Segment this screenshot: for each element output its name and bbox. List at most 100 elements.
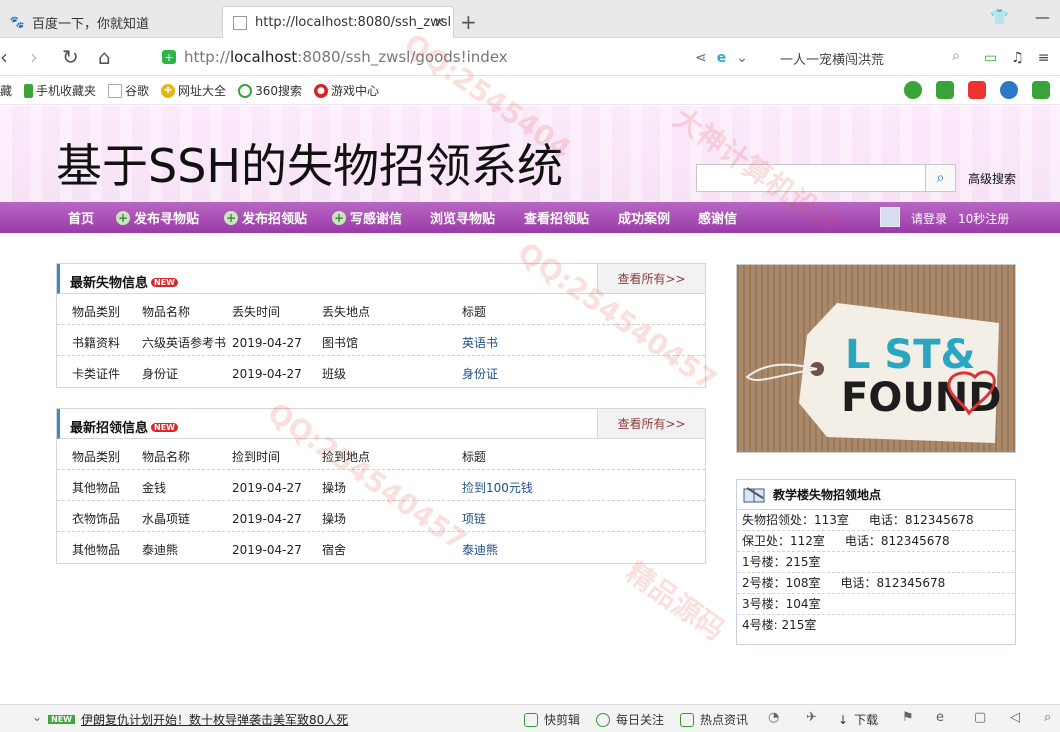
location-line: 失物招领处：113室 电话：812345678 (737, 510, 1015, 531)
zoom-icon[interactable] (1000, 81, 1018, 99)
pin-icon[interactable]: ✈ (806, 710, 817, 725)
nav-browse-lost[interactable]: 浏览寻物贴 (430, 202, 495, 233)
locations-header: 教学楼失物招领地点 (737, 480, 1015, 510)
search-icon[interactable]: ⌕ (1044, 710, 1051, 725)
page-icon (233, 15, 247, 30)
found-items-panel: 最新招领信息 NEW 查看所有>> 物品类别 物品名称 捡到时间 捡到地点 标题 … (56, 408, 706, 564)
download-button[interactable]: ↓ 下载 (838, 711, 878, 728)
search-icon[interactable]: ⌕ (952, 48, 960, 64)
item-title-link[interactable]: 项链 (462, 510, 486, 527)
nav-view-found[interactable]: 查看招领贴 (524, 202, 589, 233)
scissors-icon[interactable] (968, 81, 986, 99)
lost-found-tag-graphic: L ST& FOUND (737, 265, 1015, 452)
hot-news-button[interactable]: 热点资讯 (680, 711, 748, 728)
panel-title: 最新招领信息 NEW (70, 417, 178, 436)
site-title: 基于SSH的失物招领系统 (56, 139, 563, 193)
bookmark-google[interactable]: 谷歌 (108, 82, 149, 99)
site-search-button[interactable]: ⌕ (926, 164, 956, 192)
location-line: 2号楼：108室 电话：812345678 (737, 573, 1015, 594)
new-badge: NEW (151, 278, 178, 287)
table-header: 物品类别 物品名称 捡到时间 捡到地点 标题 (57, 439, 705, 470)
table-row: 书籍资料 六级英语参考书 2019-04-27 图书馆 英语书 (57, 325, 705, 356)
location-line: 3号楼：104室 (737, 594, 1015, 615)
quick-clip-button[interactable]: 快剪辑 (524, 711, 580, 728)
window-icon[interactable]: ▢ (974, 710, 986, 725)
item-title-link[interactable]: 泰迪熊 (462, 541, 498, 558)
nav-thanks[interactable]: 感谢信 (698, 202, 737, 233)
bookmark-games[interactable]: ● 游戏中心 (313, 82, 379, 99)
bookmark-folder[interactable]: 藏 (0, 82, 12, 99)
avatar (880, 207, 900, 227)
volume-icon[interactable]: ◁ (1010, 710, 1020, 725)
bookmark-hao[interactable]: ✚ 网址大全 (161, 82, 226, 99)
news-ticker[interactable]: NEW 伊朗复仇计划开始！数十枚导弹袭击美军致80人死 (48, 711, 348, 728)
menu-icon[interactable]: ≡ (1038, 50, 1050, 66)
nav-thank-letter[interactable]: + 写感谢信 (332, 202, 402, 233)
nav-home[interactable]: 首页 (68, 202, 94, 233)
lost-items-panel: 最新失物信息 NEW 查看所有>> 物品类别 物品名称 丢失时间 丢失地点 标题 … (56, 263, 706, 388)
book-icon (743, 486, 765, 502)
plus-icon: + (332, 210, 346, 225)
locations-panel: 教学楼失物招领地点 失物招领处：113室 电话：812345678 保卫处：112… (736, 479, 1016, 645)
page-icon (108, 83, 123, 98)
advanced-search-link[interactable]: 高级搜索 (968, 170, 1016, 187)
nav-post-lost[interactable]: + 发布寻物贴 (116, 202, 199, 233)
play-icon (524, 712, 538, 727)
new-badge: NEW (151, 423, 178, 432)
headphones-icon[interactable]: ♫ (1011, 50, 1024, 66)
news-icon (680, 712, 694, 727)
game-icon: ● (313, 83, 328, 98)
ie-icon[interactable]: e (936, 710, 944, 725)
tab-baidu[interactable]: 🐾 百度一下，你就知道 (0, 6, 220, 38)
table-row: 卡类证件 身份证 2019-04-27 班级 身份证 (72, 365, 499, 382)
daily-focus-button[interactable]: 每日关注 (596, 711, 664, 728)
lost-and-found-image: L ST& FOUND (736, 264, 1016, 453)
table-row: 其他物品 金钱 2019-04-27 操场 捡到100元钱 (57, 470, 705, 501)
browser-search-input[interactable]: 一人一宠横闯洪荒 ⌕ (776, 46, 966, 70)
translate-icon[interactable] (936, 81, 954, 99)
bookmark-360search[interactable]: 360搜索 (238, 82, 302, 99)
minimize-icon[interactable]: — (1035, 8, 1050, 26)
plus-icon: + (224, 210, 238, 225)
ie-icon[interactable]: e (717, 50, 727, 66)
shirt-skin-icon[interactable]: 👕 (990, 8, 1009, 26)
item-title-link[interactable]: 身份证 (462, 365, 498, 382)
close-tab-icon[interactable]: ✕ (433, 15, 445, 31)
reload-icon[interactable]: ↻ (62, 46, 79, 68)
browser-nav-bar: ‹ › ↻ ⌂ + http://localhost:8080/ssh_zwsl… (0, 38, 1060, 76)
back-icon[interactable]: ‹ (0, 46, 8, 68)
speed-icon[interactable]: ◔ (768, 710, 779, 725)
tab-localhost[interactable]: http://localhost:8080/ssh_zwsl ✕ (222, 6, 454, 38)
battery-icon[interactable]: ▭ (984, 50, 997, 66)
wechat-icon[interactable] (904, 81, 922, 99)
register-link[interactable]: 10秒注册 (958, 210, 1009, 227)
view-all-found-link[interactable]: 查看所有>> (597, 409, 705, 438)
home-icon[interactable]: ⌂ (98, 46, 111, 68)
share-icon[interactable]: ⋖ (695, 50, 707, 66)
tab-title: 百度一下，你就知道 (32, 16, 150, 32)
view-all-lost-link[interactable]: 查看所有>> (597, 264, 705, 293)
login-link[interactable]: 请登录 (911, 210, 947, 227)
bookmarks-bar: 藏 手机收藏夹 谷歌 ✚ 网址大全 360搜索 ● 游戏中心 (0, 77, 1060, 105)
flag-icon[interactable]: ⚑ (902, 710, 914, 725)
new-badge: NEW (48, 715, 75, 724)
bookmark-mobile[interactable]: 手机收藏夹 (24, 82, 96, 99)
chevron-down-icon[interactable]: ⌄ (736, 50, 748, 66)
item-title-link[interactable]: 英语书 (462, 334, 498, 351)
tab-title: http://localhost:8080/ssh_zwsl (255, 15, 452, 30)
new-tab-icon[interactable]: + (460, 10, 477, 34)
chevron-down-icon[interactable]: ⌄ (32, 710, 42, 724)
item-title-link[interactable]: 捡到100元钱 (462, 479, 533, 496)
secure-shield-icon: + (162, 50, 176, 64)
plus-icon: + (116, 210, 130, 225)
svg-text:FOUND: FOUND (841, 375, 1002, 421)
site-search-input[interactable] (696, 164, 926, 192)
nav-post-found[interactable]: + 发布招领贴 (224, 202, 307, 233)
search-360-icon (238, 83, 253, 98)
forward-icon[interactable]: › (30, 46, 38, 68)
address-bar[interactable]: + http://localhost:8080/ssh_zwsl/goods!i… (150, 43, 760, 71)
svg-text:L ST&: L ST& (845, 332, 975, 378)
nav-success-cases[interactable]: 成功案例 (618, 202, 670, 233)
web-page: 基于SSH的失物招领系统 ⌕ 高级搜索 首页 + 发布寻物贴 + 发布招领贴 + 写感… (0, 106, 1060, 704)
gamepad-icon[interactable] (1032, 81, 1050, 99)
